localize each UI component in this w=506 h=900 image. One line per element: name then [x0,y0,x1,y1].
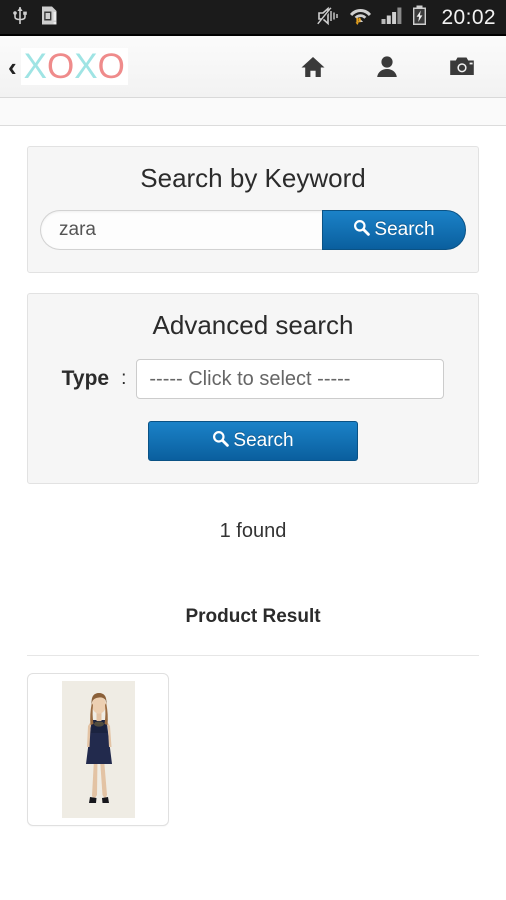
app-logo: XOXO [20,46,128,86]
status-bar-clock: 20:02 [441,6,496,29]
result-count: 1 found [219,520,287,542]
advanced-search-button-row: Search [28,421,478,461]
advanced-type-row: Type : ----- Click to select ----- [40,359,466,399]
search-icon [212,430,230,453]
app-header: ‹ XOXO [0,36,506,98]
logo-char-3: O [97,46,125,86]
battery-charging-icon [412,5,427,31]
advanced-search-button-label: Search [233,430,294,451]
product-thumbnail [61,681,135,818]
advanced-search-button[interactable]: Search [148,421,358,461]
result-divider [27,655,479,656]
cellular-signal-icon [381,6,403,30]
keyword-search-button-label: Search [374,219,435,240]
status-bar: 20:02 [0,0,506,36]
type-label: Type [61,367,110,390]
result-section-title: Product Result [185,606,321,627]
profile-icon[interactable] [376,55,398,79]
wifi-data-icon [349,5,372,31]
type-select-value: ----- Click to select ----- [149,367,351,390]
logo-char-0: X [23,46,48,86]
search-icon [353,219,371,242]
logo-char-1: O [47,46,75,86]
app-header-actions [300,55,498,79]
page-content: Search by Keyword Search Advanced search… [0,146,506,826]
home-icon[interactable] [300,55,326,79]
advanced-search-title: Advanced search [152,310,354,340]
keyword-search-row: Search [40,210,466,250]
keyword-search-panel: Search by Keyword Search [27,146,479,273]
usb-icon [12,6,28,31]
product-card[interactable] [27,673,169,826]
product-result-grid [27,673,479,826]
sub-header-bar [0,98,506,126]
type-select[interactable]: ----- Click to select ----- [136,359,445,399]
sim-card-alert-icon [40,5,59,31]
mute-icon [317,6,340,31]
status-bar-left-icons [12,5,59,31]
camera-icon[interactable] [448,55,476,78]
keyword-search-title: Search by Keyword [140,163,366,193]
keyword-search-button[interactable]: Search [322,210,466,250]
logo-char-2: X [74,46,98,86]
back-button[interactable]: ‹ [6,54,21,80]
status-bar-right-icons: 20:02 [317,5,496,31]
keyword-search-input[interactable] [40,210,322,250]
advanced-search-panel: Advanced search Type : ----- Click to se… [27,293,479,484]
type-label-colon: : [121,368,127,389]
